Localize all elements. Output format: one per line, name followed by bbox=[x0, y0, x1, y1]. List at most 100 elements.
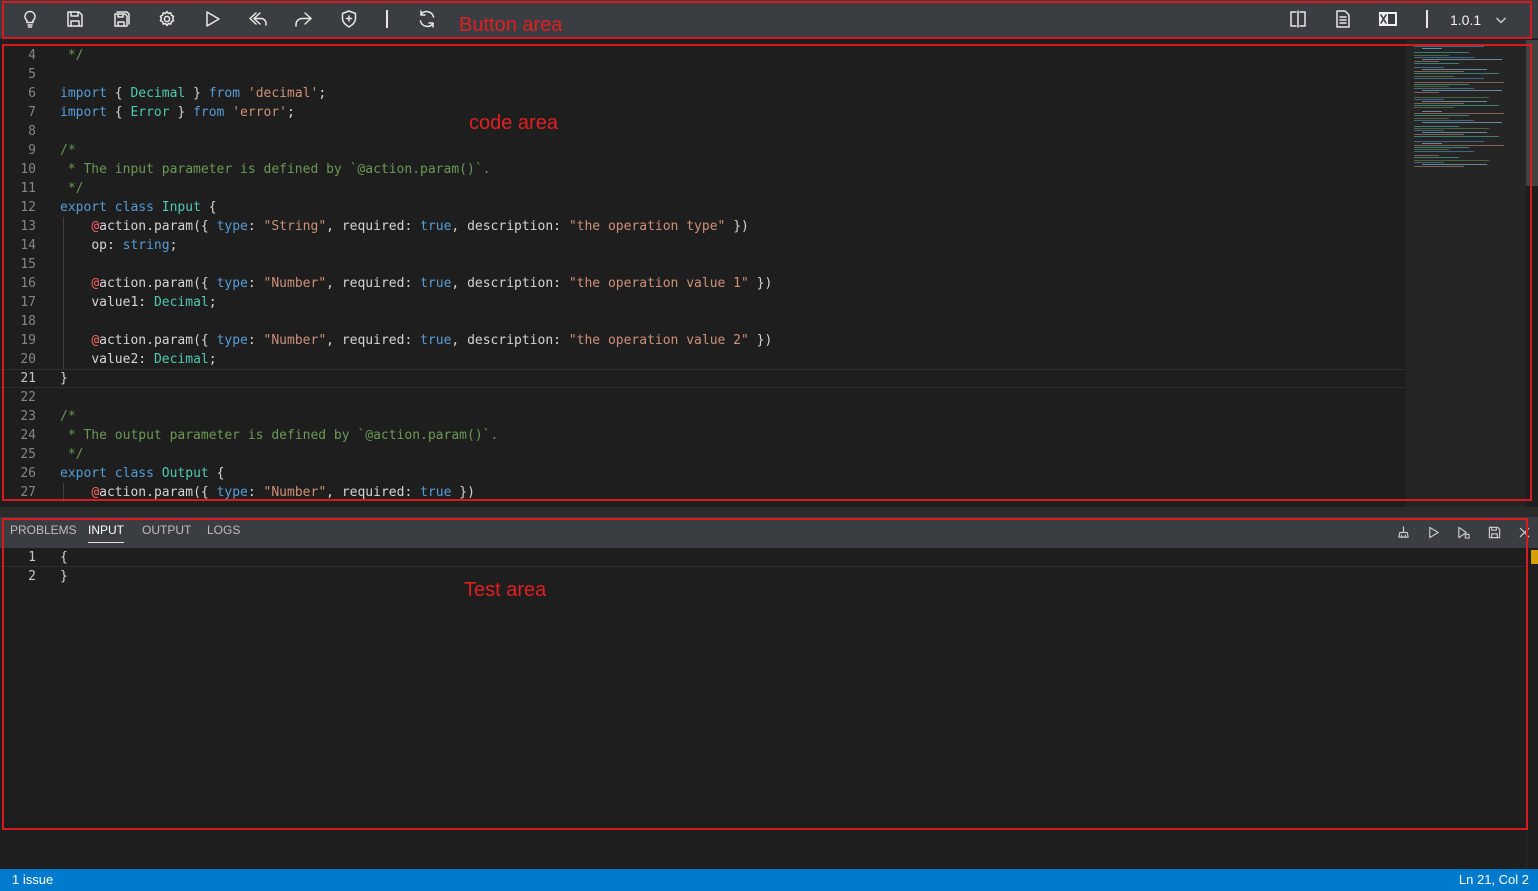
line-text: * The input parameter is defined by `@ac… bbox=[60, 162, 491, 177]
code-line: 15 bbox=[0, 255, 1405, 274]
minimap-line bbox=[1414, 136, 1499, 138]
line-text: /* bbox=[60, 143, 76, 158]
code-line: 26 export class Output { bbox=[0, 464, 1405, 483]
run-button[interactable] bbox=[200, 7, 224, 31]
tab-problems[interactable]: PROBLEMS bbox=[10, 523, 77, 543]
line-text: @action.param({ type: "Number", required… bbox=[91, 276, 773, 291]
test-run-button[interactable] bbox=[1425, 524, 1441, 540]
suggest-button[interactable] bbox=[18, 7, 42, 31]
code-scrollbar-thumb[interactable] bbox=[1526, 40, 1538, 186]
indent-guide bbox=[63, 217, 64, 369]
minimap-line bbox=[1414, 113, 1504, 115]
code-line: 9 /* bbox=[0, 141, 1405, 160]
line-text: * The output parameter is defined by `@a… bbox=[60, 428, 499, 443]
toolbar-divider bbox=[386, 10, 388, 28]
issues-count[interactable]: 1 issue bbox=[12, 872, 53, 887]
line-number: 11 bbox=[20, 181, 36, 196]
settings-button[interactable] bbox=[155, 7, 179, 31]
minimap-line bbox=[1414, 140, 1484, 142]
code-line: 7 import { Error } from 'error'; bbox=[0, 103, 1405, 122]
line-number: 9 bbox=[28, 143, 36, 158]
code-line: 10 * The input parameter is defined by `… bbox=[0, 160, 1405, 179]
code-line: 20 value2: Decimal; bbox=[0, 350, 1405, 369]
redo-button[interactable] bbox=[291, 7, 315, 31]
chevron-down-icon bbox=[1496, 17, 1507, 24]
minimap-line bbox=[1414, 83, 1469, 85]
line-number: 5 bbox=[28, 67, 36, 82]
save-button[interactable] bbox=[63, 7, 87, 31]
tab-input[interactable]: INPUT bbox=[88, 523, 124, 543]
minimap-line bbox=[1414, 73, 1499, 75]
shield-button[interactable] bbox=[337, 7, 361, 31]
line-number: 17 bbox=[20, 295, 36, 310]
tab-output[interactable]: OUTPUT bbox=[142, 523, 191, 543]
code-line: 13 @action.param({ type: "String", requi… bbox=[0, 217, 1405, 236]
code-line: 24 * The output parameter is defined by … bbox=[0, 426, 1405, 445]
code-line: 4 */ bbox=[0, 46, 1405, 65]
line-text: } bbox=[60, 569, 68, 584]
line-number: 14 bbox=[20, 238, 36, 253]
shield-plus-icon bbox=[341, 10, 357, 28]
test-input-editor[interactable]: 1 { 2 } bbox=[0, 548, 1538, 868]
minimap-line bbox=[1414, 88, 1474, 90]
minimap-line bbox=[1422, 90, 1502, 92]
gear-icon bbox=[159, 10, 175, 27]
save-icon bbox=[1488, 526, 1500, 538]
line-number: 2 bbox=[28, 569, 36, 584]
close-panel-button[interactable] bbox=[1516, 524, 1532, 540]
minimap-line bbox=[1422, 111, 1442, 113]
line-number: 24 bbox=[20, 428, 36, 443]
version-select[interactable]: 1.0.1 bbox=[1450, 9, 1522, 31]
code-line: 17 value1: Decimal; bbox=[0, 293, 1405, 312]
excel-button[interactable] bbox=[1376, 7, 1400, 31]
scrollbar-marker bbox=[1531, 550, 1538, 564]
line-text: @action.param({ type: "Number", required… bbox=[91, 333, 773, 348]
line-number: 13 bbox=[20, 219, 36, 234]
minimap-line bbox=[1414, 144, 1504, 146]
test-scrollbar[interactable] bbox=[1526, 548, 1538, 868]
line-number: 20 bbox=[20, 352, 36, 367]
line-text: */ bbox=[60, 447, 84, 462]
line-text: @action.param({ type: "String", required… bbox=[91, 219, 749, 234]
minimap-line bbox=[1414, 107, 1454, 108]
line-number: 21 bbox=[20, 371, 36, 386]
minimap-line bbox=[1414, 56, 1474, 58]
input-line: 2 } bbox=[0, 567, 1526, 586]
run-file-icon bbox=[1457, 526, 1470, 539]
minimap-line bbox=[1414, 155, 1439, 157]
split-view-button[interactable] bbox=[1286, 7, 1310, 31]
code-line: 8 bbox=[0, 122, 1405, 141]
line-number: 1 bbox=[28, 550, 36, 565]
minimap-line bbox=[1422, 100, 1487, 102]
code-editor[interactable]: 4 */ 5 6 import { Decimal } from 'decimal';… bbox=[0, 40, 1538, 507]
run-file-button[interactable] bbox=[1455, 524, 1471, 540]
clear-button[interactable] bbox=[1395, 524, 1411, 540]
minimap-line bbox=[1414, 92, 1439, 94]
minimap-line bbox=[1414, 98, 1444, 100]
minimap-line bbox=[1414, 71, 1464, 73]
line-number: 6 bbox=[28, 86, 36, 101]
undo-button[interactable] bbox=[246, 7, 270, 31]
toolbar: 1.0.1 bbox=[0, 0, 1538, 39]
document-icon bbox=[1336, 10, 1350, 28]
input-line: 1 { bbox=[0, 548, 1526, 567]
save-as-button[interactable] bbox=[109, 7, 133, 31]
line-text: @action.param({ type: "Number", required… bbox=[91, 485, 475, 500]
minimap-line bbox=[1414, 62, 1459, 64]
refresh-icon bbox=[419, 10, 435, 28]
line-number: 18 bbox=[20, 314, 36, 329]
document-button[interactable] bbox=[1331, 7, 1355, 31]
cursor-position[interactable]: Ln 21, Col 2 bbox=[1459, 872, 1529, 887]
save-icon bbox=[67, 11, 83, 27]
clear-icon bbox=[1397, 525, 1409, 538]
minimap-line bbox=[1414, 75, 1454, 77]
line-number: 22 bbox=[20, 390, 36, 405]
minimap[interactable] bbox=[1406, 40, 1526, 507]
code-line: 6 import { Decimal } from 'decimal'; bbox=[0, 84, 1405, 103]
panel-resize-handle[interactable] bbox=[0, 507, 1538, 517]
refresh-button[interactable] bbox=[415, 7, 439, 31]
tab-logs[interactable]: LOGS bbox=[207, 523, 240, 543]
save-input-button[interactable] bbox=[1486, 524, 1502, 540]
line-text: */ bbox=[60, 48, 84, 63]
code-line: 22 bbox=[0, 388, 1405, 407]
